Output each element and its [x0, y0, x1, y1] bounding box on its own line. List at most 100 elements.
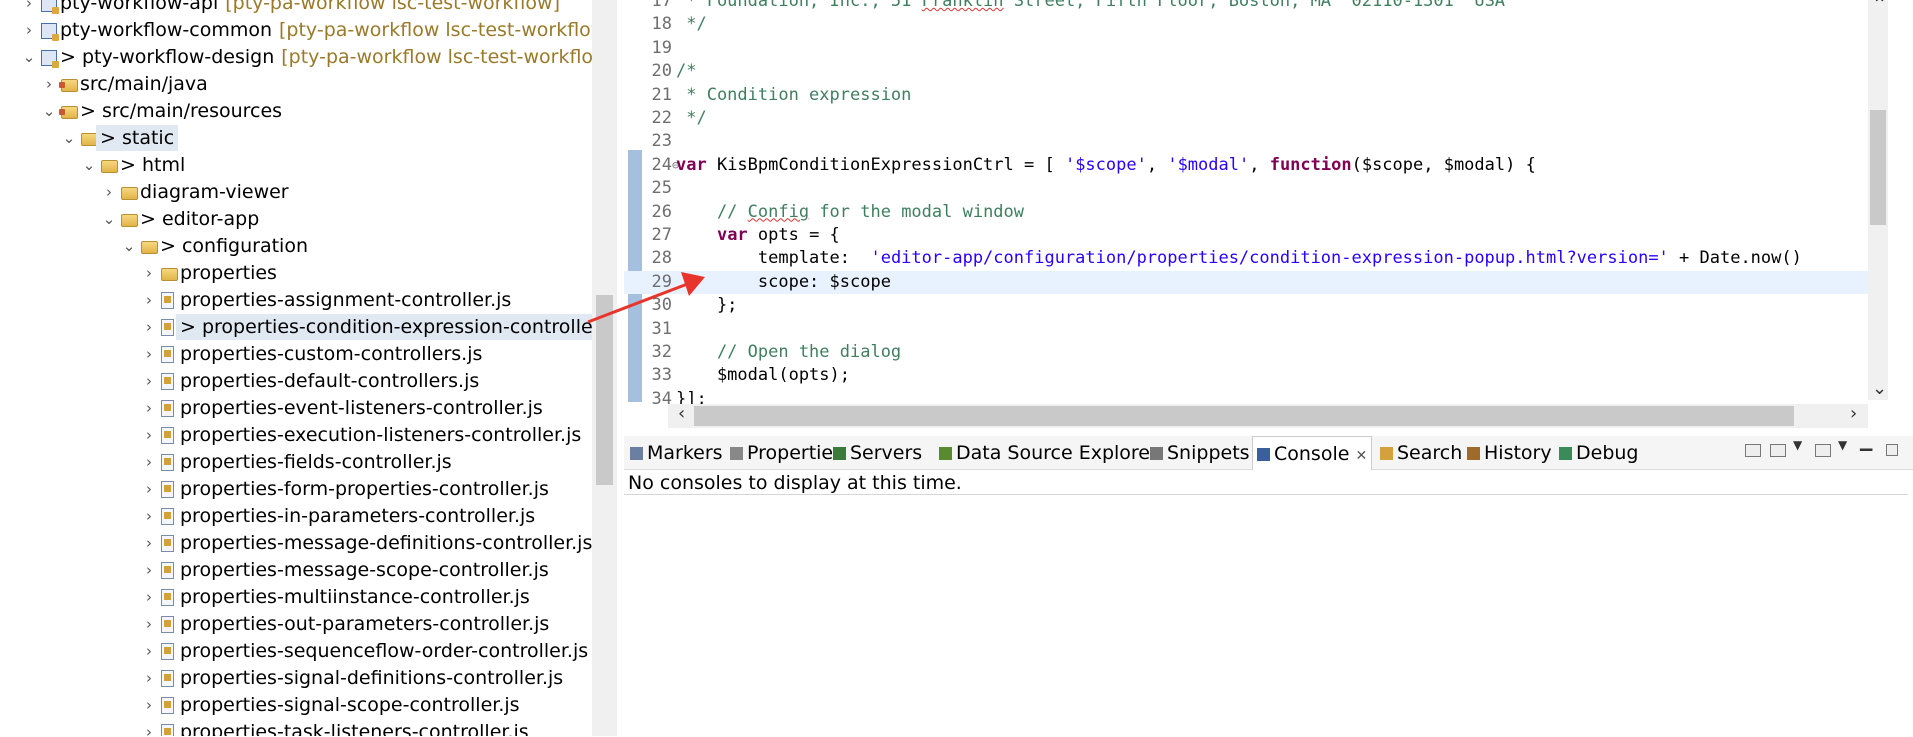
tab-properties[interactable]: Properties: [730, 436, 843, 469]
code-line[interactable]: 29 scope: $scope: [624, 270, 1884, 294]
scroll-left-icon[interactable]: ‹: [678, 403, 685, 424]
chevron-right-icon[interactable]: ›: [102, 179, 116, 205]
tree-item[interactable]: ⌄ > pty-workflow-design [pty-pa-workflow l…: [0, 44, 592, 70]
tree-item[interactable]: ⌄ > configuration: [0, 233, 592, 259]
chevron-right-icon[interactable]: ›: [22, 17, 36, 43]
tree-item[interactable]: › properties-fields-controller.js: [0, 449, 592, 475]
tab-snippets[interactable]: Snippets: [1150, 436, 1250, 469]
open-console-icon[interactable]: [1815, 444, 1831, 457]
chevron-right-icon[interactable]: ›: [142, 719, 156, 736]
scroll-up-icon[interactable]: ⌃: [1872, 0, 1887, 15]
tree-item-label: properties-execution-listeners-controlle…: [180, 422, 581, 448]
tree-item[interactable]: › properties-message-scope-controller.js: [0, 557, 592, 583]
chevron-right-icon[interactable]: ›: [142, 638, 156, 664]
tree-item[interactable]: › properties-signal-scope-controller.js: [0, 692, 592, 718]
tree-item[interactable]: › properties-custom-controllers.js: [0, 341, 592, 367]
code-line[interactable]: 23: [624, 130, 1884, 153]
tree-item[interactable]: ⌄ > static: [0, 125, 592, 151]
chevron-down-icon[interactable]: ⌄: [82, 152, 96, 178]
tree-item[interactable]: › properties-assignment-controller.js: [0, 287, 592, 313]
code-line[interactable]: 19: [624, 37, 1884, 60]
maximize-icon[interactable]: [1886, 444, 1898, 456]
tree-item[interactable]: › properties-multiinstance-controller.js: [0, 584, 592, 610]
code-line[interactable]: 28 template: 'editor-app/configuration/p…: [624, 247, 1884, 270]
tree-item[interactable]: › properties-signal-definitions-controlle…: [0, 665, 592, 691]
code-line[interactable]: 20/*: [624, 60, 1884, 83]
tree-item[interactable]: ⌄ > html: [0, 152, 592, 178]
scroll-right-icon[interactable]: ›: [1850, 403, 1857, 424]
tab-search[interactable]: Search: [1380, 436, 1462, 469]
tree-item[interactable]: › properties-sequenceflow-order-controlle…: [0, 638, 592, 664]
chevron-right-icon[interactable]: ›: [142, 341, 156, 367]
chevron-right-icon[interactable]: ›: [142, 314, 156, 340]
tree-item[interactable]: › properties-event-listeners-controller.j…: [0, 395, 592, 421]
tree-item[interactable]: › properties-in-parameters-controller.js: [0, 503, 592, 529]
tab-history[interactable]: History: [1467, 436, 1552, 469]
editor-hscroll-thumb[interactable]: [694, 406, 1794, 426]
code-line[interactable]: 25: [624, 177, 1884, 200]
code-line[interactable]: 27 var opts = {: [624, 224, 1884, 247]
chevron-right-icon[interactable]: ›: [142, 368, 156, 394]
tab-markers[interactable]: Markers: [630, 436, 723, 469]
chevron-right-icon[interactable]: ›: [142, 665, 156, 691]
tab-servers[interactable]: Servers: [833, 436, 922, 469]
chevron-down-icon[interactable]: ⌄: [122, 233, 136, 259]
code-line[interactable]: 24 ⊖ var KisBpmConditionExpressionCtrl = […: [624, 154, 1884, 177]
tree-item[interactable]: › diagram-viewer: [0, 179, 592, 205]
tree-item[interactable]: › src/main/java: [0, 71, 592, 97]
tree-item[interactable]: › properties-execution-listeners-controll…: [0, 422, 592, 448]
chevron-down-icon[interactable]: ⌄: [22, 44, 36, 70]
tree-item[interactable]: ⌄ > src/main/resources: [0, 98, 592, 124]
chevron-right-icon[interactable]: ›: [142, 395, 156, 421]
pin-console-icon[interactable]: [1745, 444, 1761, 457]
tree-item[interactable]: › properties-task-listeners-controller.js: [0, 719, 592, 736]
chevron-right-icon[interactable]: ›: [142, 287, 156, 313]
console-dropdown-icon[interactable]: ▼: [1793, 438, 1802, 452]
chevron-right-icon[interactable]: ›: [142, 530, 156, 556]
tree-item[interactable]: › pty-workflow-common [pty-pa-workflow lsc…: [0, 17, 592, 43]
code-line[interactable]: 33 $modal(opts);: [624, 364, 1884, 387]
tab-data-source-explorer[interactable]: Data Source Explorer: [939, 436, 1158, 469]
chevron-right-icon[interactable]: ›: [142, 260, 156, 286]
code-line[interactable]: 22 */: [624, 107, 1884, 130]
tree-item[interactable]: › properties-form-properties-controller.j…: [0, 476, 592, 502]
code-line[interactable]: 31: [624, 318, 1884, 341]
chevron-right-icon[interactable]: ›: [142, 449, 156, 475]
chevron-right-icon[interactable]: ›: [142, 422, 156, 448]
scroll-down-icon[interactable]: ⌄: [1872, 378, 1887, 399]
minimize-icon[interactable]: ▁: [1860, 432, 1872, 451]
code-line[interactable]: 32 // Open the dialog: [624, 341, 1884, 364]
code-line[interactable]: 17 * Foundation, Inc., 51 Franklin Stree…: [624, 0, 1884, 13]
code-token: ($scope, $modal) {: [1351, 154, 1536, 175]
display-console-icon[interactable]: [1770, 444, 1786, 457]
chevron-right-icon[interactable]: ›: [142, 557, 156, 583]
editor-vscroll-thumb[interactable]: [1870, 110, 1886, 225]
code-editor[interactable]: 17 * Foundation, Inc., 51 Franklin Stree…: [624, 0, 1913, 432]
tree-item[interactable]: › properties-message-definitions-controll…: [0, 530, 592, 556]
tree-item[interactable]: › properties-out-parameters-controller.js: [0, 611, 592, 637]
code-line[interactable]: 30 };: [624, 294, 1884, 317]
chevron-down-icon[interactable]: ⌄: [102, 206, 116, 232]
tree-item[interactable]: ⌄ > editor-app: [0, 206, 592, 232]
tree-item[interactable]: › pty-workflow-api [pty-pa-workflow lsc-te…: [0, 0, 592, 16]
tree-item[interactable]: › > properties-condition-expression-contr…: [0, 314, 592, 340]
chevron-right-icon[interactable]: ›: [142, 584, 156, 610]
code-line[interactable]: 18 */: [624, 13, 1884, 36]
code-line[interactable]: 26 // Config for the modal window: [624, 201, 1884, 224]
chevron-down-icon[interactable]: ⌄: [42, 98, 56, 124]
view-menu-icon[interactable]: ▼: [1838, 438, 1847, 452]
chevron-down-icon[interactable]: ⌄: [62, 125, 76, 151]
chevron-right-icon[interactable]: ›: [142, 692, 156, 718]
chevron-right-icon[interactable]: ›: [142, 611, 156, 637]
tab-debug[interactable]: Debug: [1559, 436, 1638, 469]
chevron-right-icon[interactable]: ›: [142, 503, 156, 529]
chevron-right-icon[interactable]: ›: [142, 476, 156, 502]
chevron-right-icon[interactable]: ›: [42, 71, 56, 97]
tree-item[interactable]: › properties: [0, 260, 592, 286]
tree-item[interactable]: › properties-default-controllers.js: [0, 368, 592, 394]
close-tab-icon[interactable]: ✕: [1355, 448, 1367, 464]
chevron-right-icon[interactable]: ›: [22, 0, 36, 16]
tree-scroll-thumb[interactable]: [596, 295, 613, 485]
code-line[interactable]: 21 * Condition expression: [624, 84, 1884, 107]
tab-console[interactable]: Console ✕: [1252, 436, 1373, 470]
